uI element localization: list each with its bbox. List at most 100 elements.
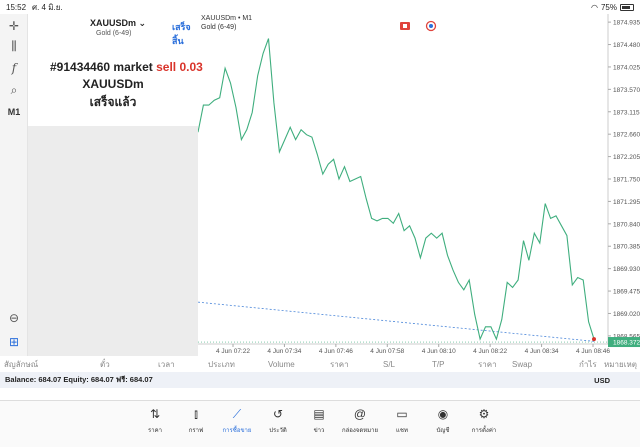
col-ticket[interactable]: ตั๋ว xyxy=(100,358,110,371)
y-tick-label: 1869.475 xyxy=(613,289,640,296)
nav-history[interactable]: ↺ ประวัติ xyxy=(258,407,298,435)
mailbox-icon: @ xyxy=(353,407,367,421)
y-tick-label: 1870.385 xyxy=(613,244,640,251)
price-chart[interactable]: 1874.935 1874.480 1874.025 1873.570 1873.115… xyxy=(198,14,640,356)
y-tick-label: 1870.840 xyxy=(613,221,640,228)
buy-sell-icon-inner xyxy=(403,24,407,28)
objects-icon[interactable]: ⌕ xyxy=(4,82,24,98)
nav-quotes-label: ราคา xyxy=(148,428,162,434)
last-price-dot xyxy=(592,337,596,342)
col-price[interactable]: ราคา xyxy=(330,358,349,371)
balance-summary: Balance: 684.07 Equity: 684.07 ฟรี: 684.… xyxy=(5,375,153,384)
zoom-icon[interactable]: ⊖ xyxy=(4,310,24,326)
order-ticket: #91434460 market xyxy=(50,60,153,74)
y-tick-label: 1871.295 xyxy=(613,199,640,206)
x-tick-label: 4 Jun 07:58 xyxy=(370,348,404,355)
history-icon: ↺ xyxy=(272,407,284,421)
settings-icon: ⚙ xyxy=(478,407,490,421)
order-header: XAUUSDm ⌄ Gold (6-49) เสร็จสิ้น #9143446… xyxy=(28,14,203,126)
nav-quotes[interactable]: ⇅ ราคา xyxy=(135,407,175,435)
symbol-description: Gold (6-49) xyxy=(96,30,132,37)
nav-chat-label: แชท xyxy=(396,428,408,434)
quotes-icon: ⇅ xyxy=(149,407,161,421)
col-sl[interactable]: S/L xyxy=(383,360,395,369)
y-tick-label: 1872.205 xyxy=(613,154,640,161)
trendline xyxy=(198,301,597,342)
nav-mailbox-label: กล่องจดหมาย xyxy=(341,428,379,434)
nav-trade-label: การซื้อขาย xyxy=(222,428,252,434)
depth-icon-center xyxy=(429,24,433,28)
x-tick-label: 4 Jun 07:22 xyxy=(216,348,250,355)
nav-account-label: บัญชี xyxy=(436,428,450,434)
y-tick-label: 1874.480 xyxy=(613,42,640,49)
function-icon[interactable]: f xyxy=(4,60,24,76)
indicators-icon[interactable]: ⫼ xyxy=(4,38,24,54)
col-symbol[interactable]: สัญลักษณ์ xyxy=(4,358,38,371)
symbol-selector[interactable]: XAUUSDm ⌄ xyxy=(90,18,146,29)
chart-svg: 1874.935 1874.480 1874.025 1873.570 1873.115… xyxy=(198,14,640,355)
news-icon: ▤ xyxy=(313,407,325,421)
order-panel: XAUUSDm ⌄ Gold (6-49) เสร็จสิ้น #9143446… xyxy=(28,14,203,356)
col-volume[interactable]: Volume xyxy=(268,360,295,369)
y-tick-label: 1873.115 xyxy=(613,109,640,116)
nav-settings[interactable]: ⚙ การตั้งค่า xyxy=(464,407,504,435)
col-swap[interactable]: Swap xyxy=(512,360,532,369)
order-summary: #91434460 market sell 0.03 xyxy=(50,60,203,74)
nav-chart[interactable]: ⫾ กราฟ xyxy=(176,407,216,435)
bottom-nav: ⇅ ราคา ⫾ กราฟ ⟋ การซื้อขาย ↺ ประวัติ ▤ ข… xyxy=(0,400,640,447)
nav-history-label: ประวัติ xyxy=(269,428,287,434)
wifi-icon: ◠ xyxy=(591,2,598,12)
chart-symbol-label: XAUUSDm • M1 xyxy=(201,15,253,22)
balance-currency: USD xyxy=(594,375,610,385)
col-profit[interactable]: กำไร xyxy=(579,358,597,371)
battery-percent: 75% xyxy=(600,2,617,12)
x-tick-label: 4 Jun 08:22 xyxy=(473,348,507,355)
col-type[interactable]: ประเภท xyxy=(208,358,235,371)
x-tick-label: 4 Jun 08:34 xyxy=(525,348,559,355)
x-tick-label: 4 Jun 07:46 xyxy=(319,348,353,355)
x-tick-label: 4 Jun 08:46 xyxy=(576,348,610,355)
timeframe-button[interactable]: M1 xyxy=(4,104,24,120)
chat-icon: ▭ xyxy=(396,407,408,421)
order-side: sell xyxy=(156,60,177,74)
nav-settings-label: การตั้งค่า xyxy=(471,428,497,434)
nav-news-label: ข่าว xyxy=(313,428,325,434)
nav-chart-label: กราฟ xyxy=(188,428,204,434)
date: ศ. 4 มิ.ย. xyxy=(32,2,63,12)
y-tick-label: 1873.570 xyxy=(613,87,640,94)
nav-news[interactable]: ▤ ข่าว xyxy=(299,407,339,435)
balance-bar: Balance: 684.07 Equity: 684.07 ฟรี: 684.… xyxy=(0,372,640,388)
done-button[interactable]: เสร็จสิ้น xyxy=(172,20,198,48)
chart-description-label: Gold (6-49) xyxy=(201,24,237,31)
account-icon: ◉ xyxy=(437,407,449,421)
chevron-down-icon: ⌄ xyxy=(138,18,147,28)
trade-table-header: สัญลักษณ์ ตั๋ว เวลา ประเภท Volume ราคา S… xyxy=(0,356,640,372)
current-price-label: 1868.372 xyxy=(613,340,640,347)
y-tick-label: 1874.935 xyxy=(613,20,640,27)
y-tick-label: 1871.750 xyxy=(613,177,640,184)
battery-icon xyxy=(620,3,634,11)
x-tick-label: 4 Jun 07:34 xyxy=(267,348,301,355)
symbol-name: XAUUSDm xyxy=(90,18,137,28)
col-current-price[interactable]: ราคา xyxy=(478,358,497,371)
new-order-icon[interactable]: ⊞ xyxy=(4,334,24,350)
col-comment[interactable]: หมายเหตุ xyxy=(604,358,637,371)
y-tick-label: 1869.930 xyxy=(613,266,640,273)
y-tick-label: 1869.020 xyxy=(613,311,640,318)
nav-chat[interactable]: ▭ แชท xyxy=(382,407,422,435)
order-status: เสร็จแล้ว xyxy=(89,95,137,109)
y-tick-label: 1874.025 xyxy=(613,64,640,71)
nav-mailbox[interactable]: @ กล่องจดหมาย xyxy=(340,407,380,435)
chart-toolbar: ✛ ⫼ f ⌕ M1 ⊖ ⊞ xyxy=(0,14,28,356)
crosshair-icon[interactable]: ✛ xyxy=(4,18,24,34)
chart-icon: ⫾ xyxy=(194,407,198,421)
status-right: ◠ 75% xyxy=(591,3,634,12)
price-line xyxy=(198,38,595,341)
trade-icon: ⟋ xyxy=(232,407,242,421)
col-time[interactable]: เวลา xyxy=(158,358,175,371)
col-tp[interactable]: T/P xyxy=(432,360,444,369)
clock: 15:52 xyxy=(6,2,27,12)
nav-trade[interactable]: ⟋ การซื้อขาย xyxy=(217,407,257,435)
x-tick-label: 4 Jun 08:10 xyxy=(422,348,456,355)
nav-account[interactable]: ◉ บัญชี xyxy=(423,407,463,435)
